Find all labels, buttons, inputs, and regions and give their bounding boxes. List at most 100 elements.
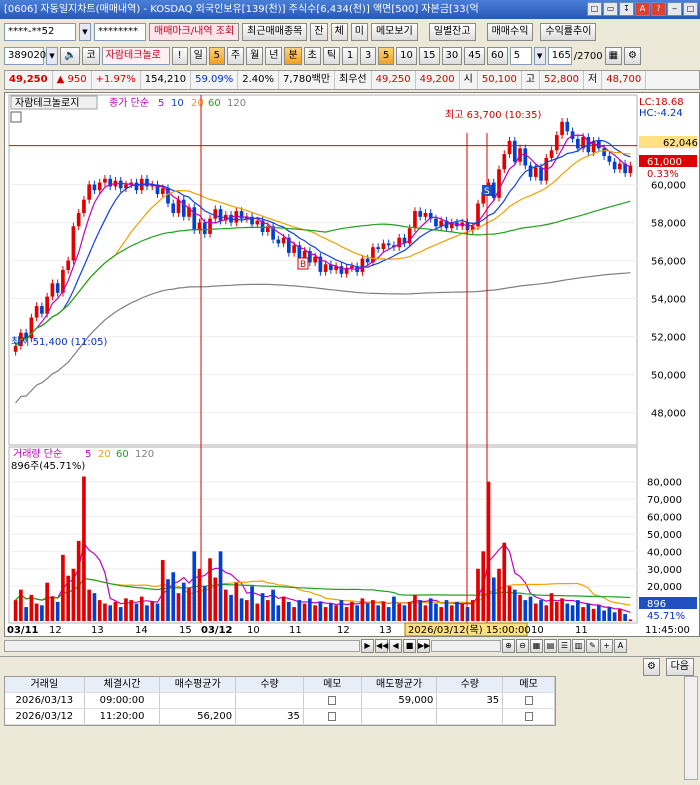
fast-forward-icon[interactable]: ▶▶ [417,639,430,653]
candle-body [560,121,564,136]
memo-icon[interactable] [524,695,533,705]
col-sell-memo[interactable]: 메모 [503,677,555,692]
price-tick-label: 54,000 [651,295,686,306]
candle-body [134,182,139,191]
sell-marker[interactable]: S [484,187,490,197]
chart-icon[interactable]: ▥ [572,639,585,653]
stock-name-field[interactable]: 자람테크놀로 [101,47,170,65]
restore-icon[interactable]: □ [587,2,602,16]
period-tick[interactable]: 틱 [322,47,341,65]
buy-marker[interactable]: B [300,260,306,270]
memo-cell[interactable] [304,693,362,708]
kosdaq-badge[interactable]: 코 [82,47,100,65]
col-time[interactable]: 체결시간 [85,677,161,692]
account-input[interactable]: ****-**52 [4,23,76,41]
font-icon[interactable]: A [635,2,650,16]
memo-view-button[interactable]: 메모보기 [370,23,418,41]
chart-area[interactable]: 자람테크놀로지 종가 단순 5 10 20 60 120 LC:18.68 HC… [4,92,700,637]
password-input[interactable]: ******** [94,23,146,41]
volume-bar [239,598,244,621]
interval-3[interactable]: 3 [360,47,377,65]
back-icon[interactable]: ◀ [389,639,402,653]
table-scrollbar[interactable] [684,676,698,780]
crosshair-icon[interactable]: ▦ [530,639,543,653]
chevron-down-icon[interactable]: ▼ [533,47,546,65]
volume-bar [76,540,81,621]
grid-icon[interactable]: ▤ [544,639,557,653]
memo-cell[interactable] [304,709,362,724]
col-buy-memo[interactable]: 메모 [304,677,362,692]
zoom-out-icon[interactable]: ⊖ [516,639,529,653]
period-day[interactable]: 일 [189,47,207,65]
period-year[interactable]: 년 [265,47,283,65]
minimize-icon[interactable]: ‒ [667,2,682,16]
volume-bar [265,600,270,621]
col-buy-avg[interactable]: 매수평균가 [160,677,237,692]
help-icon[interactable]: ? [651,2,666,16]
next-button[interactable]: 다음 [665,658,694,676]
interval-60[interactable]: 60 [487,47,508,65]
chevron-down-icon[interactable]: ▼ [46,47,58,65]
interval-10[interactable]: 10 [396,47,417,65]
table-row[interactable]: 2026/03/12 11:20:00 56,200 35 [5,709,555,725]
balance-button[interactable]: 잔 [310,23,328,41]
stock-code-input[interactable]: 389020 [4,47,46,65]
stop-icon[interactable]: ■ [403,639,416,653]
memo-cell[interactable] [503,693,555,708]
col-sell-avg[interactable]: 매도평균가 [362,677,438,692]
price-chart[interactable]: 자람테크놀로지 종가 단순 5 10 20 60 120 LC:18.68 HC… [5,93,699,636]
profit-trend-button[interactable]: 수익률추이 [540,23,597,41]
col-date[interactable]: 거래일 [5,677,85,692]
table-icon[interactable]: ▦ [604,47,623,65]
period-week[interactable]: 주 [226,47,245,65]
volume-bar [628,619,633,621]
text-icon[interactable]: A [614,639,627,653]
memo-icon[interactable] [328,711,337,721]
trade-mark-button[interactable]: 매매마크/내역 조회 [149,23,240,41]
col-buy-qty[interactable]: 수량 [236,677,304,692]
interval-45[interactable]: 45 [464,47,486,65]
sound-icon[interactable]: 🔈 [60,47,81,65]
period-second[interactable]: 초 [303,47,321,65]
table-toggle-icon[interactable] [10,111,22,123]
alert-icon[interactable]: ! [171,47,188,65]
settings-icon[interactable]: ⚙ [643,658,660,676]
gear-icon[interactable]: ⚙ [624,47,641,65]
pen-icon[interactable]: ✎ [586,639,599,653]
executed-button[interactable]: 체 [330,23,348,41]
volume-bar [192,551,197,621]
table-row[interactable]: 2026/03/13 09:00:00 59,000 35 [5,693,555,709]
chart-scrollbar[interactable] [4,640,360,652]
plus-icon[interactable]: + [600,639,613,653]
interval-15[interactable]: 15 [418,47,440,65]
download-icon[interactable]: ↧ [619,2,634,16]
memo-icon[interactable] [524,711,533,721]
candle-body [512,140,517,162]
period-month[interactable]: 월 [246,47,264,65]
period-5[interactable]: 5 [208,47,225,65]
interval-1[interactable]: 1 [342,47,359,65]
x-tick-label: 03/11 [7,625,39,636]
list-icon[interactable]: ☰ [558,639,571,653]
volume-bar [176,593,181,621]
memo-cell[interactable] [503,709,555,724]
play-icon[interactable]: ▶ [361,639,374,653]
range-input[interactable]: 165 [547,47,572,65]
interval-30[interactable]: 30 [441,47,463,65]
zoom-slider[interactable] [431,640,501,652]
chevron-down-icon[interactable]: ▼ [79,23,91,41]
memo-icon[interactable] [328,695,337,705]
rewind-icon[interactable]: ◀◀ [375,639,388,653]
unexecuted-button[interactable]: 미 [350,23,368,41]
col-sell-qty[interactable]: 수량 [437,677,504,692]
candle-body [618,163,622,170]
maximize-icon[interactable]: □ [683,2,698,16]
count-select[interactable]: 5 [509,47,532,65]
period-minute[interactable]: 분 [284,47,302,65]
zoom-in-icon[interactable]: ⊕ [502,639,515,653]
trade-profit-button[interactable]: 매매수익 [486,23,534,41]
interval-5[interactable]: 5 [378,47,395,65]
daily-balance-button[interactable]: 일별잔고 [428,23,476,41]
window-icon[interactable]: ▭ [603,2,618,16]
recent-trades-button[interactable]: 최근매매종목 [242,23,308,41]
